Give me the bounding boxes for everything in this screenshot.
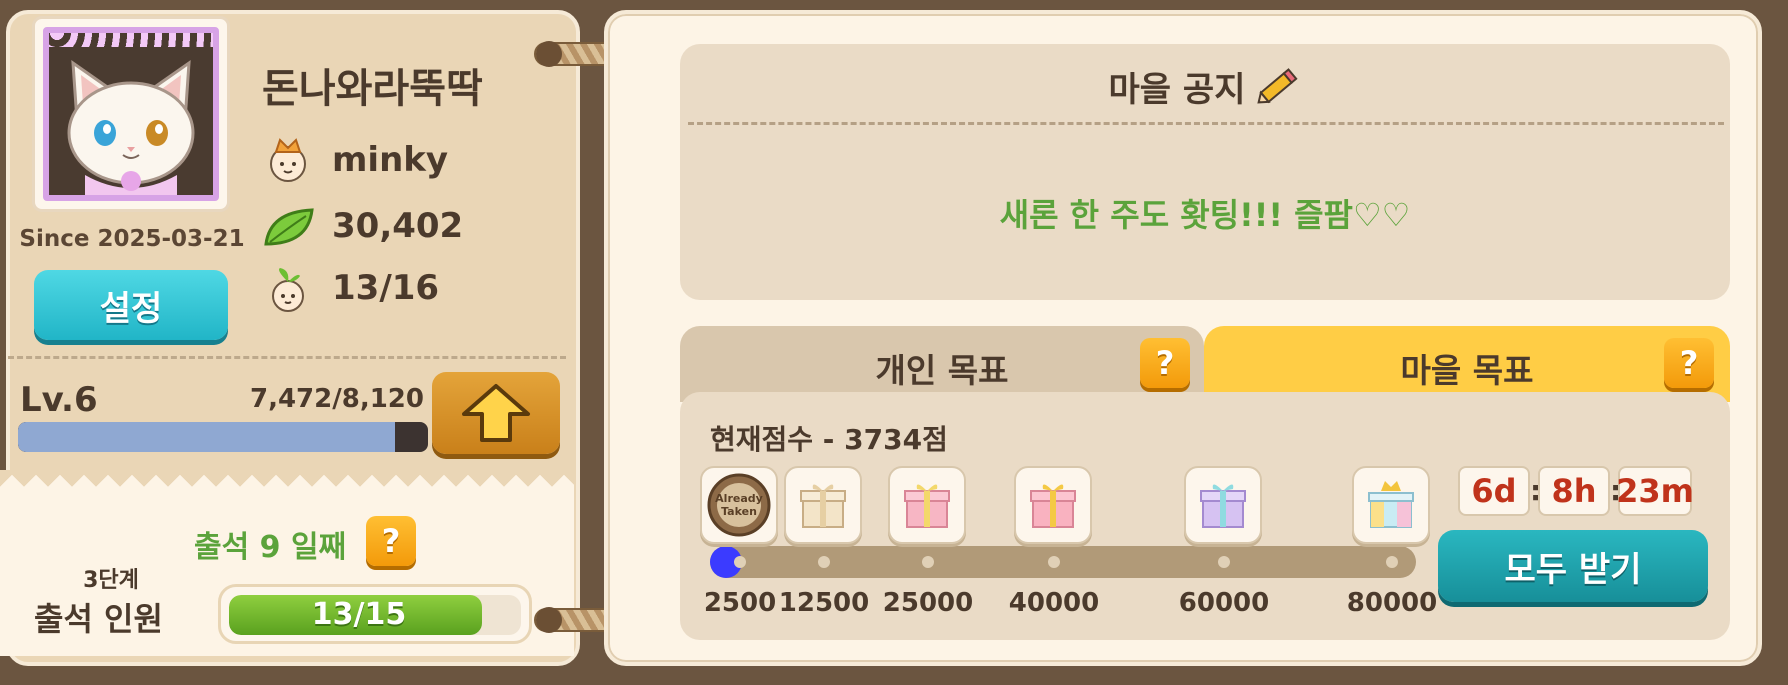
tab-personal-goal[interactable]: 개인 목표 ? bbox=[680, 326, 1204, 402]
milestone-tick bbox=[1048, 556, 1060, 568]
milestone-tick bbox=[734, 556, 746, 568]
milestone-tick bbox=[1218, 556, 1230, 568]
milestone-label: 12500 bbox=[778, 588, 870, 618]
tab-personal-label: 개인 목표 bbox=[875, 351, 1009, 390]
ring-cap bbox=[536, 607, 562, 633]
reward-2500[interactable]: Already Taken bbox=[700, 466, 778, 544]
exp-bar bbox=[18, 422, 428, 452]
tab-village-goal[interactable]: 마을 목표 ? bbox=[1204, 326, 1730, 402]
attendance-members-label: 출석 인원 bbox=[34, 600, 163, 638]
attendance-help-button[interactable]: ? bbox=[366, 516, 416, 566]
avatar[interactable] bbox=[32, 16, 230, 212]
divider bbox=[8, 356, 566, 359]
exp-text: 7,472/8,120 bbox=[250, 384, 424, 414]
crown-person-icon bbox=[266, 136, 310, 188]
since-date: Since 2025-03-21 bbox=[19, 226, 245, 252]
level-label: Lv.6 bbox=[20, 380, 98, 420]
reward-60000[interactable] bbox=[1184, 466, 1262, 544]
notice-header: 마을 공지 bbox=[680, 62, 1730, 111]
milestone-tick bbox=[922, 556, 934, 568]
leaf-icon bbox=[262, 204, 316, 256]
current-score: 현재점수 - 3734점 bbox=[710, 423, 948, 456]
notice-title: 마을 공지 bbox=[1108, 70, 1246, 110]
timer-minutes: 23m bbox=[1616, 466, 1694, 516]
notice-message: 새론 한 주도 홧팅!!! 즐팜♡♡ bbox=[999, 196, 1411, 234]
leaf-count: 30,402 bbox=[332, 206, 464, 246]
reward-25000[interactable] bbox=[888, 466, 966, 544]
milestone-tick bbox=[818, 556, 830, 568]
attendance-progress: 13/15 bbox=[218, 584, 532, 644]
gift-box-cream-icon bbox=[800, 484, 846, 528]
level-up-button[interactable] bbox=[432, 372, 560, 454]
member-count: 13/16 bbox=[332, 268, 440, 308]
timer-hours: 8h bbox=[1538, 466, 1610, 516]
sprout-person-icon bbox=[266, 266, 310, 318]
claim-all-button[interactable]: 모두 받기 bbox=[1438, 530, 1708, 602]
pencil-icon[interactable] bbox=[1253, 65, 1301, 109]
gift-box-pink-icon bbox=[904, 484, 950, 528]
gift-box-purple-icon bbox=[1200, 484, 1246, 528]
player-nickname: 돈나와라뚝딱 bbox=[262, 66, 483, 112]
reward-12500[interactable] bbox=[784, 466, 862, 544]
ring-cap bbox=[536, 41, 562, 67]
milestone-label: 60000 bbox=[1178, 588, 1270, 618]
village-help-button[interactable]: ? bbox=[1664, 338, 1714, 388]
reward-80000[interactable] bbox=[1352, 466, 1430, 544]
gift-box-pink-icon bbox=[1030, 484, 1076, 528]
tab-village-label: 마을 목표 bbox=[1400, 351, 1534, 390]
timer-days: 6d bbox=[1458, 466, 1530, 516]
attendance-days: 출석 9 일째 bbox=[194, 530, 347, 565]
badge-text-line1: Already bbox=[715, 492, 763, 505]
gift-box-rainbow-crown-icon bbox=[1368, 481, 1414, 528]
notice-divider bbox=[688, 122, 1724, 125]
lace-decoration bbox=[49, 33, 213, 47]
badge-text-line2: Taken bbox=[721, 505, 757, 518]
settings-button[interactable]: 설정 bbox=[34, 270, 228, 340]
personal-help-button[interactable]: ? bbox=[1140, 338, 1190, 388]
milestone-tick bbox=[1386, 556, 1398, 568]
reward-40000[interactable] bbox=[1014, 466, 1092, 544]
village-name: minky bbox=[332, 140, 449, 180]
goal-progress-track bbox=[710, 546, 1416, 578]
milestone-label: 80000 bbox=[1346, 588, 1438, 618]
already-taken-badge-icon: Already Taken bbox=[707, 473, 771, 537]
milestone-label: 25000 bbox=[882, 588, 974, 618]
white-cat-icon bbox=[67, 59, 195, 195]
milestone-label: 40000 bbox=[1008, 588, 1100, 618]
up-arrow-icon bbox=[462, 384, 530, 442]
attendance-stage: 3단계 bbox=[83, 568, 139, 593]
avatar-image bbox=[43, 27, 219, 201]
attendance-progress-text: 13/15 bbox=[311, 597, 407, 632]
exp-bar-fill bbox=[18, 422, 396, 452]
zigzag-edge bbox=[0, 470, 574, 494]
